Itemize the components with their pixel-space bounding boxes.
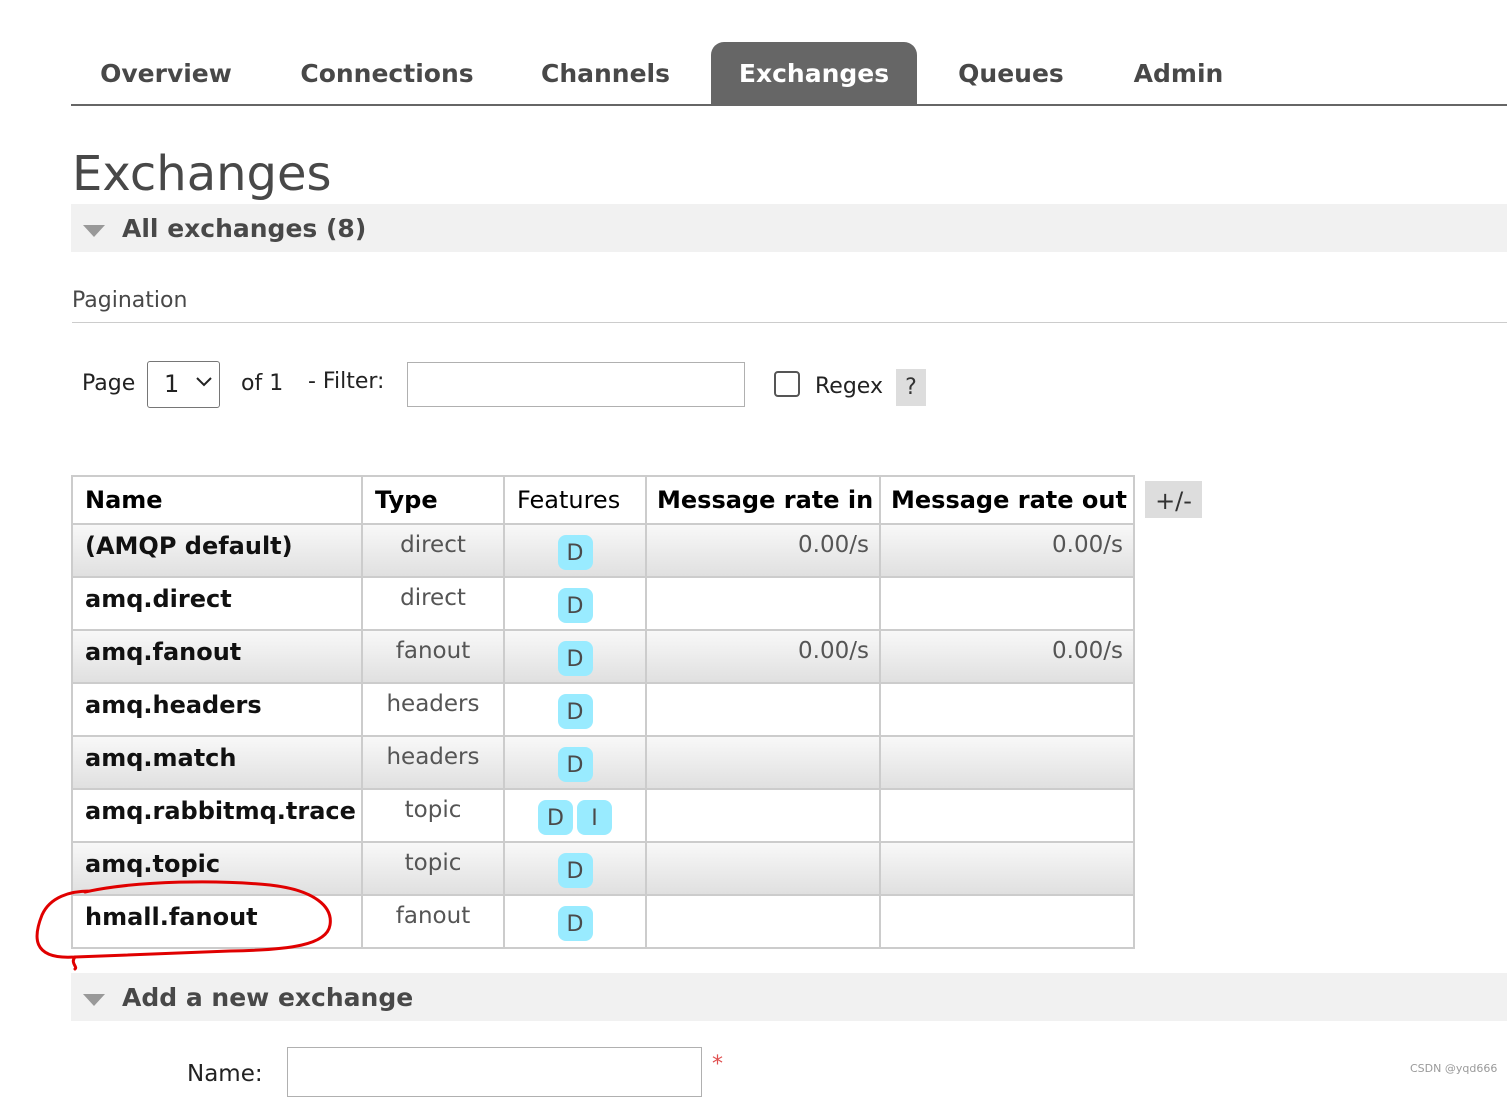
regex-checkbox[interactable] (774, 371, 800, 397)
message-rate-in (645, 788, 881, 843)
watermark: CSDN @yqd666 (1410, 1062, 1498, 1075)
exchange-features: D (503, 841, 647, 896)
message-rate-out (879, 735, 1135, 790)
pagination-heading: Pagination (72, 288, 1507, 323)
exchange-type: topic (361, 788, 505, 843)
page-select-value: 1 (164, 370, 180, 398)
table-row: amq.rabbitmq.trace topic D I (71, 788, 1135, 843)
page-title: Exchanges (72, 146, 332, 202)
tab-queues[interactable]: Queues (936, 42, 1086, 104)
exchange-name-link[interactable]: amq.headers (71, 682, 363, 737)
exchange-type: fanout (361, 894, 505, 949)
feature-badge: D (557, 747, 593, 782)
message-rate-in (645, 682, 881, 737)
columns-toggle-button[interactable]: +/- (1145, 481, 1202, 518)
exchange-features: DI (503, 788, 647, 843)
exchange-name-link[interactable]: amq.rabbitmq.trace (71, 788, 363, 843)
header-message-rate-in[interactable]: Message rate in (645, 475, 881, 525)
exchange-type: direct (361, 576, 505, 631)
header-name[interactable]: Name (71, 475, 363, 525)
triangle-down-icon (83, 994, 105, 1006)
table-row: hmall.fanout fanout D (71, 894, 1135, 949)
tab-overview[interactable]: Overview (71, 42, 261, 104)
tab-admin[interactable]: Admin (1111, 42, 1246, 104)
message-rate-out: 0.00/s (879, 629, 1135, 684)
exchange-type: headers (361, 735, 505, 790)
feature-badge: D (557, 694, 593, 729)
filter-label: - Filter: (308, 369, 385, 394)
feature-badge: D (557, 641, 593, 676)
exchange-features: D (503, 682, 647, 737)
triangle-down-icon (83, 225, 105, 237)
feature-badge: D (557, 588, 593, 623)
page-count-label: of 1 (241, 371, 284, 396)
regex-label: Regex (815, 374, 883, 399)
table-row: amq.direct direct D (71, 576, 1135, 631)
all-exchanges-section-toggle[interactable]: All exchanges (8) (71, 204, 1507, 252)
exchange-type: direct (361, 523, 505, 578)
message-rate-out (879, 576, 1135, 631)
message-rate-in (645, 841, 881, 896)
exchange-features: D (503, 523, 647, 578)
regex-help-button[interactable]: ? (896, 369, 926, 406)
message-rate-out (879, 682, 1135, 737)
message-rate-in: 0.00/s (645, 523, 881, 578)
exchanges-table: Name Type Features Message rate in Messa… (71, 475, 1135, 949)
exchange-name-link[interactable]: hmall.fanout (71, 894, 363, 949)
feature-badge: D (557, 535, 593, 570)
message-rate-out (879, 788, 1135, 843)
exchange-name-link[interactable]: amq.direct (71, 576, 363, 631)
message-rate-in (645, 735, 881, 790)
tab-exchanges[interactable]: Exchanges (711, 42, 917, 104)
table-row: amq.fanout fanout D 0.00/s 0.00/s (71, 629, 1135, 684)
exchange-name-label: Name: (187, 1061, 263, 1087)
exchange-name-link[interactable]: (AMQP default) (71, 523, 363, 578)
header-type[interactable]: Type (361, 475, 505, 525)
exchanges-table-body: (AMQP default) direct D 0.00/s 0.00/s amq.dir… (71, 523, 1135, 949)
exchange-features: D (503, 576, 647, 631)
tab-connections[interactable]: Connections (275, 42, 499, 104)
all-exchanges-heading: All exchanges (8) (122, 214, 367, 243)
tab-channels[interactable]: Channels (520, 42, 691, 104)
exchange-name-link[interactable]: amq.topic (71, 841, 363, 896)
table-header-row: Name Type Features Message rate in Messa… (71, 475, 1135, 525)
message-rate-out (879, 841, 1135, 896)
table-row: amq.headers headers D (71, 682, 1135, 737)
exchange-name-input[interactable] (287, 1047, 702, 1097)
feature-badge: D (557, 906, 593, 941)
header-message-rate-out[interactable]: Message rate out (879, 475, 1135, 525)
message-rate-in (645, 894, 881, 949)
add-exchange-section-toggle[interactable]: Add a new exchange (71, 973, 1507, 1021)
feature-badge: I (577, 800, 612, 835)
table-row: amq.topic topic D (71, 841, 1135, 896)
table-row: (AMQP default) direct D 0.00/s 0.00/s (71, 523, 1135, 578)
exchange-type: headers (361, 682, 505, 737)
exchange-name-link[interactable]: amq.match (71, 735, 363, 790)
exchange-features: D (503, 629, 647, 684)
table-row: amq.match headers D (71, 735, 1135, 790)
page-select[interactable]: 1 (147, 361, 220, 408)
main-nav: Overview Connections Channels Exchanges … (71, 42, 1507, 106)
page-label: Page (82, 371, 136, 396)
feature-badge: D (557, 853, 593, 888)
exchange-features: D (503, 894, 647, 949)
exchange-type: topic (361, 841, 505, 896)
required-mark: * (712, 1052, 723, 1077)
message-rate-out (879, 894, 1135, 949)
add-exchange-heading: Add a new exchange (122, 983, 414, 1012)
message-rate-out: 0.00/s (879, 523, 1135, 578)
exchange-features: D (503, 735, 647, 790)
feature-badge: D (538, 800, 573, 835)
chevron-down-icon (196, 377, 212, 387)
message-rate-in: 0.00/s (645, 629, 881, 684)
header-features: Features (503, 475, 647, 525)
exchange-name-link[interactable]: amq.fanout (71, 629, 363, 684)
exchange-type: fanout (361, 629, 505, 684)
filter-input[interactable] (407, 362, 745, 407)
message-rate-in (645, 576, 881, 631)
